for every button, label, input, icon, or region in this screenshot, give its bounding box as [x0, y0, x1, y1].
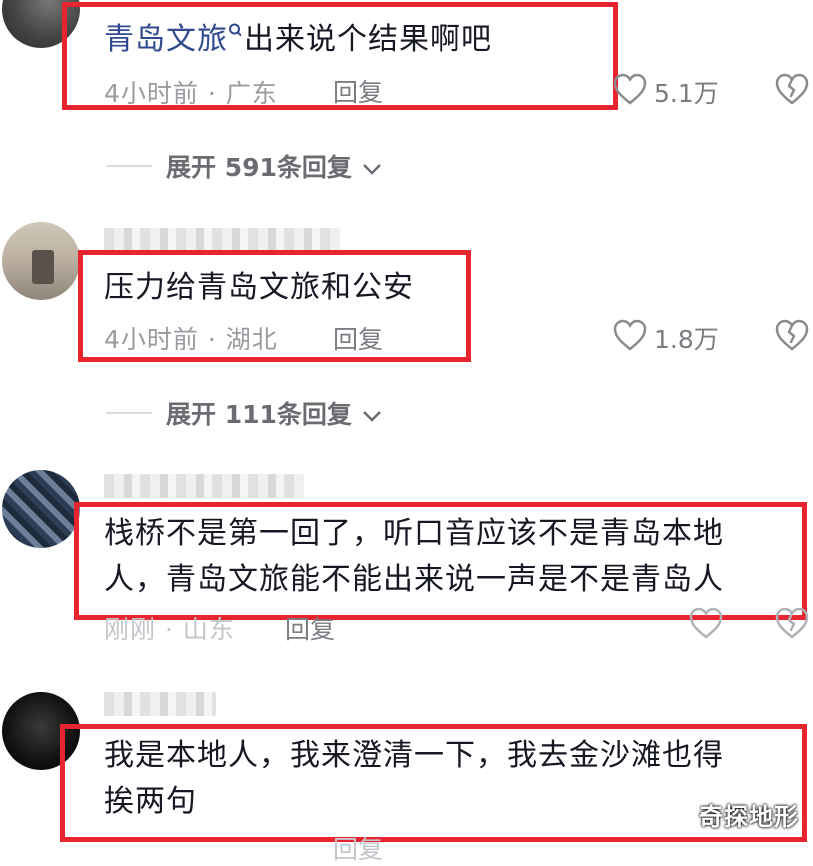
reply-button[interactable]: 回复	[333, 73, 383, 109]
comment-meta: 刚刚 · 山东	[104, 615, 235, 644]
divider	[106, 165, 152, 167]
chevron-down-icon	[362, 164, 381, 175]
expand-replies-button[interactable]: 展开 111条回复	[166, 395, 383, 431]
expand-replies-button[interactable]: 展开 591条回复	[166, 148, 383, 184]
comment-body: 压力给青岛文旅和公安	[104, 270, 414, 305]
reply-button[interactable]: 回复	[285, 610, 335, 646]
chevron-down-icon	[362, 411, 381, 422]
expand-label: 展开 591条回复	[166, 153, 352, 182]
comment-text: 青岛文旅 出来说个结果啊吧	[104, 20, 492, 60]
avatar[interactable]	[2, 470, 80, 548]
username-blurred	[104, 692, 216, 716]
avatar[interactable]	[2, 222, 80, 300]
comment-meta: 4小时前 · 广东	[104, 79, 278, 108]
divider	[106, 412, 152, 414]
username-blurred	[104, 474, 304, 498]
comment-body-line2: 人，青岛文旅能不能出来说一声是不是青岛人	[104, 562, 724, 597]
topic-link[interactable]: 青岛文旅	[104, 22, 228, 57]
watermark: 奇探地形	[699, 803, 799, 831]
broken-heart-icon[interactable]	[774, 72, 810, 106]
heart-icon[interactable]	[612, 318, 648, 352]
heart-icon[interactable]	[612, 72, 648, 106]
comment-body-line1: 栈桥不是第一回了，听口音应该不是青岛本地	[104, 516, 724, 551]
expand-label: 展开 111条回复	[166, 400, 352, 429]
comment-meta: 4小时前 · 湖北	[104, 325, 278, 354]
reply-button[interactable]: 回复	[333, 320, 383, 356]
reply-button[interactable]: 回复	[333, 830, 383, 866]
search-icon[interactable]	[228, 22, 244, 44]
like-count: 5.1万	[654, 79, 719, 108]
like-count: 1.8万	[654, 325, 719, 354]
broken-heart-icon[interactable]	[774, 606, 810, 640]
comment-body-line2: 挨两句	[104, 784, 197, 819]
heart-icon[interactable]	[688, 606, 724, 640]
username-blurred	[104, 228, 340, 252]
broken-heart-icon[interactable]	[774, 318, 810, 352]
comment-body: 出来说个结果啊吧	[244, 22, 492, 57]
comment-body-line1: 我是本地人，我来澄清一下，我去金沙滩也得	[104, 738, 724, 773]
